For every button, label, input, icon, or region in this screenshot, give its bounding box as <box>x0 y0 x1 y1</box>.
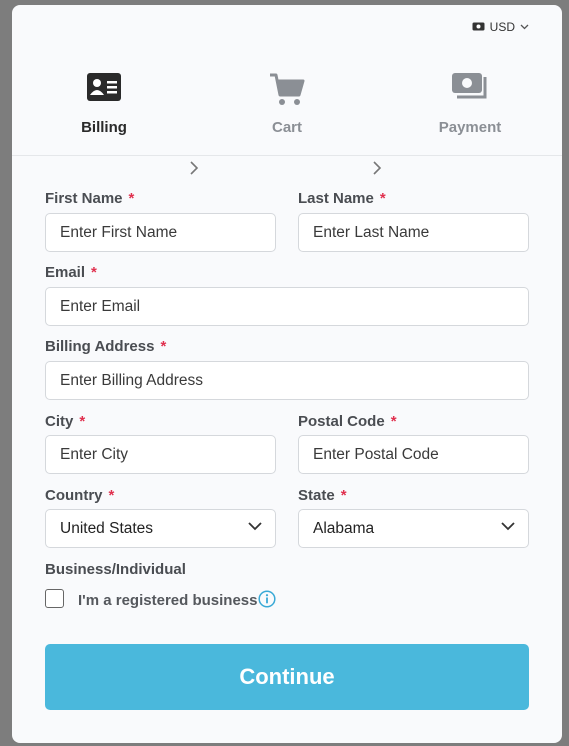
step-billing[interactable]: Billing <box>44 73 164 136</box>
chevron-right-icon <box>190 161 199 175</box>
registered-business-checkbox[interactable] <box>45 589 64 608</box>
postal-code-label-text: Postal Code <box>298 413 385 430</box>
checkout-steps: Billing Cart Payment <box>12 73 562 175</box>
state-label: State * <box>298 487 347 504</box>
required-marker: * <box>390 413 397 430</box>
country-label: Country * <box>45 487 114 504</box>
country-select[interactable]: United States <box>45 509 276 548</box>
info-icon[interactable] <box>258 590 276 608</box>
money-icon <box>472 22 485 31</box>
step-label: Billing <box>81 119 127 136</box>
email-label-text: Email <box>45 264 86 281</box>
first-name-label: First Name * <box>45 190 134 207</box>
step-cart[interactable]: Cart <box>227 73 347 136</box>
required-marker: * <box>340 487 347 504</box>
last-name-input[interactable] <box>298 213 529 252</box>
required-marker: * <box>91 264 97 281</box>
registered-business-label[interactable]: I'm a registered business <box>78 592 257 609</box>
billing-address-label: Billing Address * <box>45 338 166 355</box>
city-input[interactable] <box>45 435 276 474</box>
email-input[interactable] <box>45 287 529 326</box>
business-label: Business/Individual <box>45 561 186 578</box>
cart-icon <box>270 73 305 105</box>
currency-selector[interactable]: USD <box>472 20 529 34</box>
city-label-text: City <box>45 413 74 430</box>
billing-address-label-text: Billing Address <box>45 338 155 355</box>
last-name-label-text: Last Name <box>298 190 374 207</box>
last-name-label: Last Name * <box>298 190 386 207</box>
chevron-right-icon <box>373 161 382 175</box>
country-label-text: Country <box>45 487 103 504</box>
step-label: Cart <box>271 119 302 136</box>
postal-code-label: Postal Code * <box>298 413 397 430</box>
required-marker: * <box>79 413 86 430</box>
chevron-down-icon <box>520 24 529 30</box>
currency-label: USD <box>489 20 515 34</box>
header-divider <box>12 155 562 156</box>
required-marker: * <box>379 190 386 207</box>
first-name-label-text: First Name <box>45 190 123 207</box>
payment-icon <box>452 73 487 99</box>
required-marker: * <box>160 338 167 355</box>
required-marker: * <box>108 487 115 504</box>
state-select[interactable]: Alabama <box>298 509 529 548</box>
chevron-down-icon <box>248 522 262 531</box>
id-card-icon <box>87 73 121 101</box>
first-name-input[interactable] <box>45 213 276 252</box>
continue-button[interactable]: Continue <box>45 644 529 710</box>
state-label-text: State <box>298 487 335 504</box>
chevron-down-icon <box>501 522 515 531</box>
city-label: City * <box>45 413 85 430</box>
state-select-value: Alabama <box>313 519 375 537</box>
checkout-modal: USD Billing Cart Payment First Name * En… <box>12 5 562 743</box>
step-payment[interactable]: Payment <box>410 73 530 136</box>
email-label: Email * <box>45 264 97 281</box>
billing-address-input[interactable] <box>45 361 529 400</box>
country-select-value: United States <box>60 519 154 537</box>
postal-code-input[interactable] <box>298 435 529 474</box>
required-marker: * <box>128 190 135 207</box>
step-label: Payment <box>438 119 502 136</box>
